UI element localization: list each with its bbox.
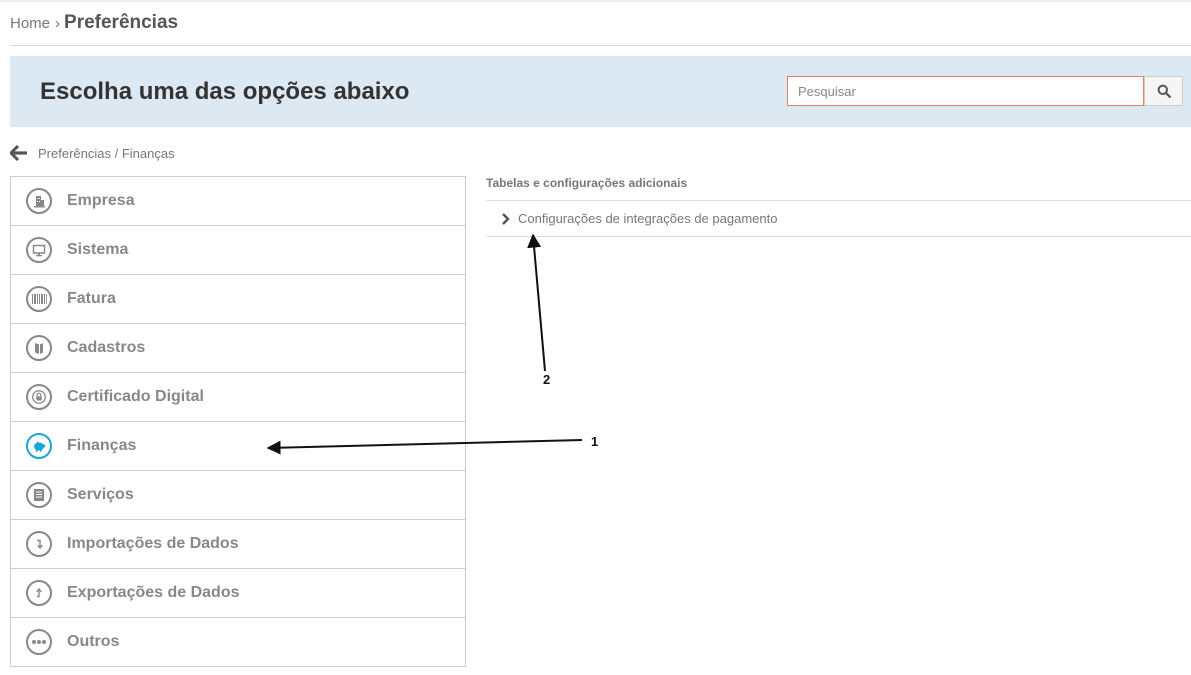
breadcrumb-separator: ›: [55, 15, 61, 32]
chevron-right-icon: [502, 212, 510, 225]
certificate-lock-icon: [26, 384, 52, 410]
sidebar-item-fatura[interactable]: Fatura: [11, 275, 465, 324]
sidebar-item-outros[interactable]: Outros: [11, 618, 465, 666]
panel-title: Tabelas e configurações adicionais: [486, 176, 688, 190]
barcode-icon: [26, 286, 52, 312]
panel-item-label: Configurações de integrações de pagament…: [518, 211, 778, 226]
sidebar-item-label: Cadastros: [67, 339, 146, 356]
search-icon: [1157, 84, 1171, 98]
sidebar-item-servicos[interactable]: Serviços: [11, 471, 465, 520]
sidebar-item-label: Importações de Dados: [67, 535, 239, 552]
sidebar-item-sistema[interactable]: Sistema: [11, 226, 465, 275]
panel-divider: [486, 236, 1191, 237]
breadcrumb-home-link[interactable]: Home: [10, 15, 50, 32]
annotation-arrow-2: [527, 233, 546, 372]
sidebar-item-label: Serviços: [67, 486, 134, 503]
sidebar-item-label: Fatura: [67, 290, 116, 307]
sidebar-item-cadastros[interactable]: Cadastros: [11, 324, 465, 373]
annotation-label-2: 2: [543, 372, 551, 387]
sidebar-item-financas[interactable]: Finanças: [11, 422, 465, 471]
preferences-menu: Empresa Sistema Fatura Cadastros Certifi…: [10, 176, 466, 667]
monitor-icon: [26, 237, 52, 263]
sidebar-item-label: Sistema: [67, 241, 129, 258]
page-title: Preferências: [64, 12, 179, 33]
sidebar-item-label: Certificado Digital: [67, 388, 204, 405]
import-arrow-icon: [26, 531, 52, 557]
arrow-left-icon[interactable]: [10, 145, 28, 161]
book-icon: [26, 335, 52, 361]
document-list-icon: [26, 482, 52, 508]
banner-title: Escolha uma das opções abaixo: [40, 78, 410, 105]
search-input[interactable]: [787, 76, 1144, 106]
back-navigation: Preferências / Finanças: [10, 143, 175, 163]
annotation-label-1: 1: [591, 434, 599, 449]
sidebar-item-certificado-digital[interactable]: Certificado Digital: [11, 373, 465, 422]
sidebar-item-label: Outros: [67, 633, 120, 650]
sidebar-item-label: Empresa: [67, 192, 135, 209]
ellipsis-icon: [26, 629, 52, 655]
sidebar-item-label: Exportações de Dados: [67, 584, 240, 601]
search-button[interactable]: [1144, 76, 1183, 106]
top-border: [0, 0, 1191, 2]
breadcrumb: Home › Preferências: [10, 12, 178, 38]
current-path: Preferências / Finanças: [38, 145, 175, 161]
building-icon: [26, 188, 52, 214]
sidebar-item-empresa[interactable]: Empresa: [11, 177, 465, 226]
sidebar-item-exportacoes-de-dados[interactable]: Exportações de Dados: [11, 569, 465, 618]
sidebar-item-label: Finanças: [67, 437, 137, 454]
piggy-bank-icon: [26, 433, 52, 459]
payment-integrations-link[interactable]: Configurações de integrações de pagament…: [486, 201, 1191, 236]
export-arrow-icon: [26, 580, 52, 606]
sidebar-item-importacoes-de-dados[interactable]: Importações de Dados: [11, 520, 465, 569]
options-banner: Escolha uma das opções abaixo: [10, 56, 1191, 127]
header-divider: [10, 45, 1191, 46]
